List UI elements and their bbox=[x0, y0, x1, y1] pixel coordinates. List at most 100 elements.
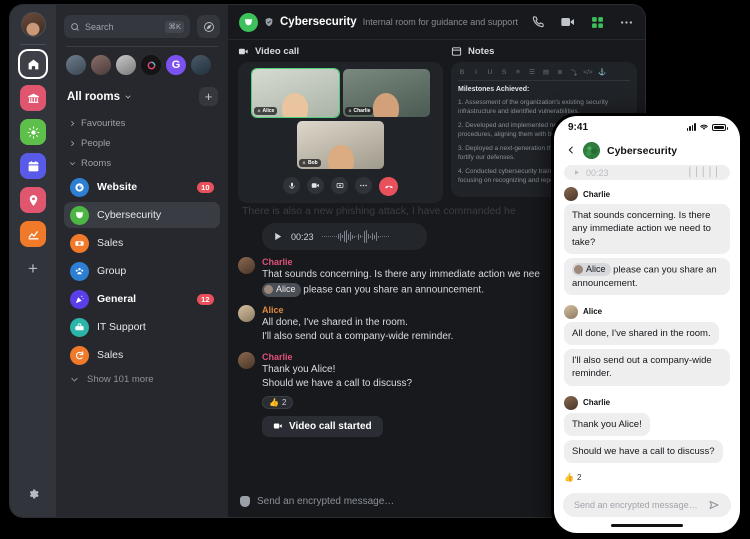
people-avatar-6[interactable] bbox=[190, 54, 212, 76]
app-logo-icon bbox=[147, 61, 155, 69]
phone-message-item: Charlie That sounds concerning. Is there… bbox=[564, 187, 730, 299]
list-button[interactable]: ☰ bbox=[528, 68, 536, 76]
search-row: Search ⌘K bbox=[64, 15, 220, 38]
chevron-left-icon bbox=[568, 146, 573, 153]
avatar[interactable] bbox=[238, 351, 255, 369]
toolbox-icon bbox=[70, 317, 89, 337]
bank-icon bbox=[27, 93, 39, 103]
audio-message[interactable]: 00:23 bbox=[262, 223, 427, 250]
room-label: Sales bbox=[97, 349, 124, 361]
ellipsis-icon bbox=[360, 184, 367, 187]
avatar[interactable] bbox=[20, 12, 46, 37]
share-screen-button[interactable] bbox=[331, 177, 348, 194]
all-rooms-label: All rooms bbox=[67, 90, 121, 103]
all-rooms-header: All rooms + bbox=[67, 87, 218, 106]
show-more-button[interactable]: Show 101 more bbox=[64, 370, 220, 389]
video-call-controls bbox=[245, 177, 436, 196]
phone-message-item: Charlie Thank you Alice! Should we have … bbox=[564, 395, 730, 487]
video-tile-charlie[interactable]: Charlie bbox=[342, 69, 430, 117]
rail-item-location[interactable] bbox=[20, 187, 46, 213]
underline-button[interactable]: U bbox=[486, 68, 494, 76]
mic-button[interactable] bbox=[283, 177, 300, 194]
quote-button[interactable]: ⤵ bbox=[570, 68, 578, 77]
avatar[interactable] bbox=[564, 395, 578, 410]
rail-item-home[interactable] bbox=[20, 51, 46, 77]
video-call-started-button[interactable]: Video call started bbox=[262, 415, 383, 437]
rail-item-calendar[interactable] bbox=[20, 153, 46, 179]
mention-pill[interactable]: Alice bbox=[572, 262, 611, 277]
message-bubble: Should we have a call to discuss? bbox=[564, 439, 723, 464]
room-item-group[interactable]: Group bbox=[64, 258, 220, 284]
search-input[interactable]: Search ⌘K bbox=[64, 15, 190, 38]
code-button[interactable]: </> bbox=[583, 68, 592, 76]
mention-pill[interactable]: Alice bbox=[262, 282, 301, 297]
table-button[interactable]: ▤ bbox=[542, 68, 550, 76]
room-item-general[interactable]: General 12 bbox=[64, 286, 220, 312]
people-avatar-3[interactable] bbox=[115, 54, 137, 76]
section-favourites[interactable]: Favourites bbox=[64, 114, 220, 133]
room-header: Cybersecurity Internal room for guidance… bbox=[228, 5, 645, 40]
align-button[interactable]: ≡ bbox=[514, 68, 522, 76]
layout-button[interactable] bbox=[591, 16, 604, 29]
rail-add-button[interactable]: + bbox=[20, 255, 46, 281]
section-label: Favourites bbox=[81, 118, 126, 129]
reaction-badge[interactable]: 👍 2 bbox=[262, 395, 294, 409]
room-label: Website bbox=[97, 181, 138, 193]
back-button[interactable] bbox=[566, 143, 576, 159]
sun-icon bbox=[27, 126, 39, 138]
people-avatar-1[interactable] bbox=[65, 54, 87, 76]
video-tile-bob[interactable]: Bob bbox=[297, 121, 384, 169]
room-item-cybersecurity[interactable]: Cybersecurity bbox=[64, 202, 220, 228]
voice-call-button[interactable] bbox=[531, 15, 545, 29]
send-icon[interactable] bbox=[708, 499, 720, 511]
message-bubble: Thank you Alice! bbox=[564, 412, 650, 436]
phone-message-composer[interactable]: Send an encrypted message… bbox=[563, 492, 731, 517]
message-author: Charlie bbox=[583, 398, 611, 408]
avatar[interactable] bbox=[238, 257, 255, 274]
reaction-badge[interactable]: 👍 2 bbox=[564, 473, 581, 482]
indent-button[interactable]: ≣ bbox=[556, 68, 564, 76]
video-call-widget: Video call Alice Charlie Bob bbox=[238, 46, 443, 203]
rail-item-analytics[interactable] bbox=[20, 221, 46, 247]
more-button[interactable] bbox=[355, 177, 372, 194]
camera-button[interactable] bbox=[307, 177, 324, 194]
bold-button[interactable]: B bbox=[458, 68, 466, 76]
avatar[interactable] bbox=[564, 304, 578, 319]
video-call-panel-header: Video call bbox=[238, 46, 443, 57]
participant-face bbox=[282, 93, 308, 117]
avatar[interactable] bbox=[238, 304, 255, 322]
hangup-button[interactable] bbox=[379, 177, 398, 196]
link-button[interactable]: ⚓ bbox=[598, 68, 606, 76]
signal-icon bbox=[686, 123, 696, 131]
italic-button[interactable]: I bbox=[472, 68, 480, 76]
note-icon bbox=[451, 47, 462, 56]
all-rooms-filter[interactable]: All rooms bbox=[67, 91, 132, 103]
rail-item-brightness[interactable] bbox=[20, 119, 46, 145]
section-rooms[interactable]: Rooms bbox=[64, 154, 220, 173]
notes-panel-header: Notes bbox=[451, 46, 637, 57]
tile-label: Bob bbox=[299, 159, 321, 167]
phone-overlay: 9:41 Cybersecurity 00:23 ⎮⎮⎮⎮⎮ Charlie T… bbox=[551, 113, 743, 536]
clipped-audio-message[interactable]: 00:23 ⎮⎮⎮⎮⎮ bbox=[564, 165, 730, 180]
more-options-button[interactable] bbox=[619, 15, 634, 30]
waveform: ⎮⎮⎮⎮⎮ bbox=[687, 167, 721, 177]
room-item-sales-1[interactable]: Sales bbox=[64, 230, 220, 256]
hangup-icon bbox=[384, 185, 393, 188]
rail-item-bank[interactable] bbox=[20, 85, 46, 111]
waveform[interactable] bbox=[321, 230, 417, 244]
room-item-it-support[interactable]: IT Support bbox=[64, 314, 220, 340]
video-tile-alice[interactable]: Alice bbox=[250, 68, 340, 118]
room-item-website[interactable]: Website 10 bbox=[64, 174, 220, 200]
people-avatar-5[interactable]: G bbox=[165, 54, 187, 76]
room-item-sales-2[interactable]: Sales bbox=[64, 342, 220, 368]
settings-button[interactable] bbox=[27, 487, 39, 505]
people-avatar-2[interactable] bbox=[90, 54, 112, 76]
people-avatar-4[interactable] bbox=[140, 54, 162, 76]
explore-button[interactable] bbox=[197, 15, 220, 38]
message-author: Charlie bbox=[583, 189, 611, 199]
strikethrough-button[interactable]: S bbox=[500, 68, 508, 76]
avatar[interactable] bbox=[564, 187, 578, 201]
section-people[interactable]: People bbox=[64, 134, 220, 153]
add-room-button[interactable]: + bbox=[199, 87, 218, 106]
video-call-button[interactable] bbox=[560, 14, 576, 30]
